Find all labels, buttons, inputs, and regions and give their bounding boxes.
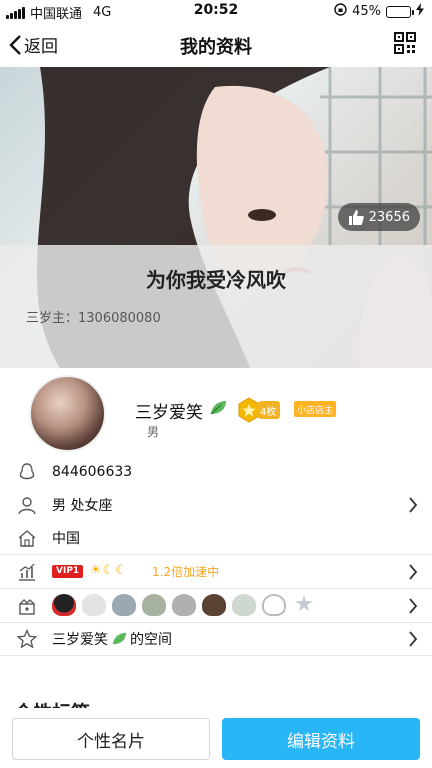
location-text: 中国 bbox=[52, 530, 80, 547]
charging-icon bbox=[416, 3, 424, 20]
cat-pet-icon bbox=[172, 594, 196, 616]
qzone-label: 三岁爱笑 的空间 bbox=[52, 629, 172, 649]
nickname: 三岁爱笑 bbox=[135, 398, 227, 423]
star-pet-icon: ★ bbox=[294, 592, 314, 617]
home-icon bbox=[18, 530, 36, 547]
chevron-right-icon bbox=[409, 497, 418, 513]
medal-count: 4枚 bbox=[258, 401, 281, 419]
cloud-outline-icon bbox=[262, 594, 286, 616]
speed-label: 1.2倍加速中 bbox=[152, 565, 220, 579]
gender-zodiac: 男 处女座 bbox=[52, 497, 113, 514]
thumbs-up-icon bbox=[348, 209, 364, 225]
star-outline-icon bbox=[17, 629, 37, 649]
cloud-pet-icon bbox=[82, 594, 106, 616]
cat-pet-icon bbox=[112, 594, 136, 616]
chevron-right-icon bbox=[409, 564, 418, 580]
pudding-pet-icon bbox=[202, 594, 226, 616]
cat-pet-icon bbox=[142, 594, 166, 616]
chevron-right-icon bbox=[409, 598, 418, 614]
leaf-icon bbox=[112, 632, 126, 644]
growth-chart-icon bbox=[19, 563, 35, 581]
person-icon bbox=[18, 497, 36, 515]
nickname-text: 三岁爱笑 bbox=[135, 403, 203, 423]
location-row: 中国 bbox=[0, 521, 432, 554]
qq-number: 844606633 bbox=[52, 463, 133, 480]
divider bbox=[0, 655, 432, 656]
cover-photo[interactable]: 23656 为你我受冷风吹 三岁主：1306080080 bbox=[0, 67, 432, 368]
level-icons: ☀☾☾ bbox=[90, 563, 128, 578]
battery-icon bbox=[386, 5, 414, 18]
qr-code-icon[interactable] bbox=[394, 32, 416, 58]
vip-row[interactable]: VIP1 ☀☾☾ 1.2倍加速中 bbox=[0, 555, 432, 588]
vip-badge: VIP1 bbox=[52, 565, 84, 578]
pet-collection: ★ bbox=[52, 594, 316, 616]
nav-bar: 返回 我的资料 bbox=[0, 22, 432, 67]
penguin-pet-icon bbox=[52, 594, 76, 616]
qzone-suffix: 的空间 bbox=[130, 631, 172, 648]
profile-card-button[interactable]: 个性名片 bbox=[12, 718, 210, 760]
medal-badge[interactable]: 4枚 bbox=[236, 397, 281, 423]
shop-owner-badge[interactable]: 小店店主 bbox=[294, 401, 337, 417]
pets-row[interactable]: ★ bbox=[0, 589, 432, 622]
like-button[interactable]: 23656 bbox=[337, 203, 420, 231]
penguin-icon bbox=[19, 463, 35, 480]
edit-profile-button[interactable]: 编辑资料 bbox=[222, 718, 420, 760]
owner-label: 三岁主：1306080080 bbox=[26, 311, 161, 326]
bottom-action-bar: 个性名片 编辑资料 bbox=[0, 708, 432, 768]
battery-percent: 45% bbox=[352, 4, 381, 19]
signature-text: 为你我受冷风吹 bbox=[146, 268, 286, 292]
page-title: 我的资料 bbox=[180, 37, 252, 58]
leaf-pet-icon bbox=[232, 594, 256, 616]
like-count: 23656 bbox=[368, 209, 410, 225]
gender-text: 男 bbox=[147, 425, 160, 439]
chevron-right-icon bbox=[409, 631, 418, 647]
rotation-lock-icon bbox=[334, 3, 347, 20]
avatar[interactable] bbox=[29, 375, 106, 452]
profile-header: 三岁爱笑 男 4枚 小店店主 bbox=[0, 368, 432, 456]
profile-page: 中国联通 4G 20:52 45% 返回 我的资料 23656 为你我受冷风吹 … bbox=[0, 0, 432, 768]
gift-box-icon bbox=[19, 599, 35, 615]
gender-zodiac-row[interactable]: 男 处女座 bbox=[0, 488, 432, 521]
qzone-owner: 三岁爱笑 bbox=[52, 631, 108, 648]
qq-number-row: 844606633 bbox=[0, 455, 432, 488]
qzone-row[interactable]: 三岁爱笑 的空间 bbox=[0, 622, 432, 655]
leaf-icon bbox=[209, 400, 227, 421]
status-bar: 中国联通 4G 20:52 45% bbox=[0, 0, 432, 22]
